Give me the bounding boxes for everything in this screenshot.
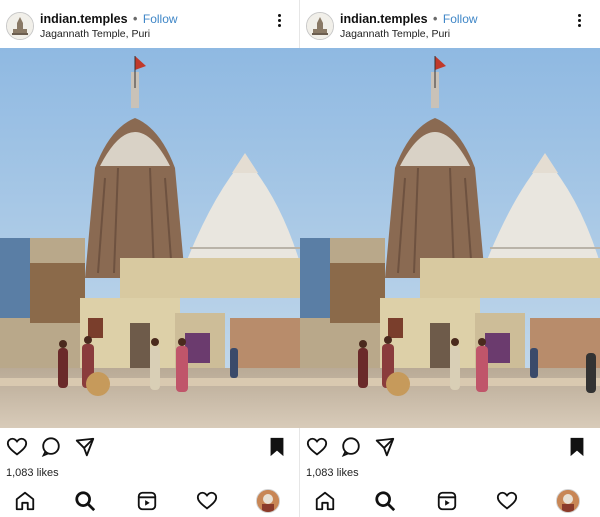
temple-photo [0, 48, 300, 428]
comment-icon[interactable] [340, 436, 362, 458]
likes-count[interactable]: 1,083 likes [6, 467, 59, 479]
bookmark-icon[interactable] [266, 436, 288, 458]
activity-heart-icon[interactable] [196, 490, 218, 512]
post-header: indian.temples • Follow Jagannath Temple… [0, 0, 300, 48]
bottom-nav [300, 486, 600, 517]
profile-avatar[interactable] [556, 489, 580, 513]
search-icon[interactable] [74, 490, 96, 512]
post-username-line: indian.temples • Follow [340, 12, 478, 26]
share-icon[interactable] [74, 436, 96, 458]
heart-icon[interactable] [6, 436, 28, 458]
separator-dot: • [433, 12, 438, 26]
home-icon[interactable] [314, 490, 336, 512]
reels-icon[interactable] [136, 490, 158, 512]
username[interactable]: indian.temples [340, 12, 428, 26]
bottom-nav [0, 486, 300, 517]
follow-button[interactable]: Follow [443, 12, 478, 26]
post-username-line: indian.temples • Follow [40, 12, 178, 26]
post-left: indian.temples • Follow Jagannath Temple… [0, 0, 300, 517]
heart-icon[interactable] [306, 436, 328, 458]
more-options-icon[interactable] [276, 12, 282, 32]
location-link[interactable]: Jagannath Temple, Puri [340, 28, 450, 40]
post-photo[interactable] [300, 48, 600, 428]
post-header: indian.temples • Follow Jagannath Temple… [300, 0, 600, 48]
bookmark-icon[interactable] [566, 436, 588, 458]
separator-dot: • [133, 12, 138, 26]
post-photo[interactable] [0, 48, 300, 428]
username[interactable]: indian.temples [40, 12, 128, 26]
share-icon[interactable] [374, 436, 396, 458]
activity-heart-icon[interactable] [496, 490, 518, 512]
temple-logo-icon [7, 13, 33, 39]
post-actions [300, 430, 600, 464]
likes-count[interactable]: 1,083 likes [306, 467, 359, 479]
comment-icon[interactable] [40, 436, 62, 458]
avatar[interactable] [6, 12, 34, 40]
follow-button[interactable]: Follow [143, 12, 178, 26]
search-icon[interactable] [374, 490, 396, 512]
more-options-icon[interactable] [576, 12, 582, 32]
temple-logo-icon [307, 13, 333, 39]
avatar[interactable] [306, 12, 334, 40]
profile-avatar[interactable] [256, 489, 280, 513]
post-right: indian.temples • Follow Jagannath Temple… [300, 0, 600, 517]
home-icon[interactable] [14, 490, 36, 512]
post-actions [0, 430, 300, 464]
temple-photo [300, 48, 600, 428]
location-link[interactable]: Jagannath Temple, Puri [40, 28, 150, 40]
reels-icon[interactable] [436, 490, 458, 512]
